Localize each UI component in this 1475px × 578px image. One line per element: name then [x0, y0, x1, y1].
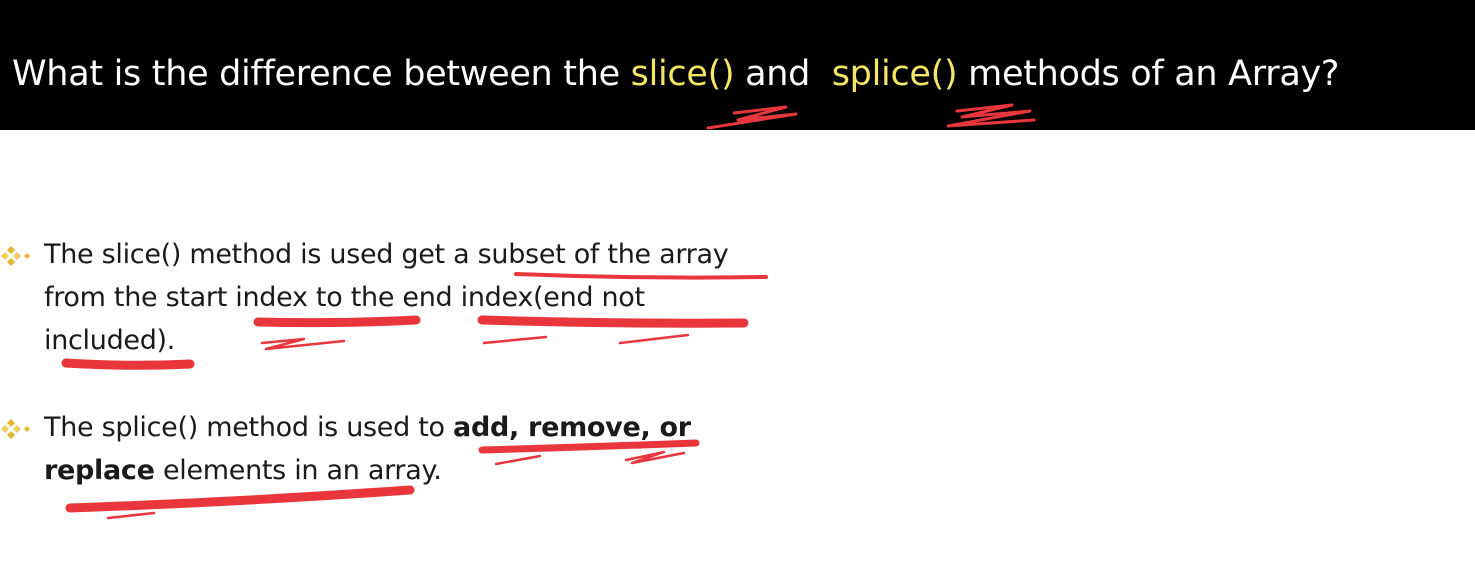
bullet-splice-line-2: replace elements in an array.: [0, 449, 820, 492]
title-slice-keyword: slice(): [630, 54, 735, 94]
bullet-slice-line-2: from the start index to the end index(en…: [44, 282, 645, 313]
bullet-splice-bold-replace: replace: [44, 455, 155, 486]
title-bar: What is the difference between the slice…: [0, 0, 1475, 130]
bullet-splice-line-2-text: elements in an array.: [154, 455, 442, 486]
ink-underline-replace: [65, 485, 415, 513]
title-text-part-3: methods of an Array?: [957, 54, 1340, 94]
slide-title: What is the difference between the slice…: [12, 48, 1339, 100]
ink-tick-replace: [106, 511, 156, 520]
bullet-slice-line-1: The slice() method is used get a subset …: [44, 239, 729, 270]
four-diamond-bullet-icon: [1, 419, 30, 439]
ink-underline-included: [61, 358, 195, 370]
slide: What is the difference between the slice…: [0, 0, 1475, 578]
bullet-splice-bold-actions: add, remove, or: [453, 412, 691, 443]
bullet-splice-line-1-text: The splice() method is used to: [44, 412, 454, 443]
bullet-slice-line-3: included).: [44, 325, 176, 356]
four-diamond-bullet-icon: [1, 246, 30, 266]
bullet-splice-line-1: The splice() method is used to add, remo…: [0, 406, 820, 449]
title-text-part-1: What is the difference between the: [12, 54, 631, 94]
title-splice-keyword: splice(): [831, 54, 958, 94]
bullet-splice: The splice() method is used to add, remo…: [0, 406, 820, 492]
bullet-slice: The slice() method is used get a subset …: [0, 233, 820, 362]
title-text-part-2: and: [734, 54, 832, 94]
